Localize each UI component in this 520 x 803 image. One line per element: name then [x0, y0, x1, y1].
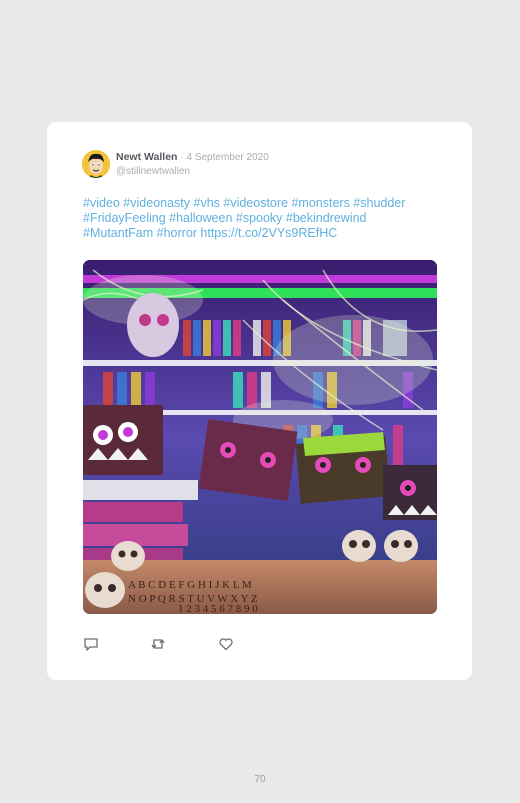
author-name[interactable]: Newt Wallen: [116, 151, 177, 163]
tweet-date[interactable]: · 4 September 2020: [180, 152, 268, 163]
avatar[interactable]: [82, 150, 110, 178]
tweet-text-line[interactable]: #FridayFeeling #halloween #spooky #bekin…: [83, 211, 438, 226]
page-number: 70: [254, 774, 266, 785]
retweet-icon[interactable]: [150, 636, 166, 652]
author-handle[interactable]: @stillnewtwallen: [116, 165, 190, 178]
reply-icon[interactable]: [83, 636, 99, 652]
tweet-photo[interactable]: A B C D E F G H I J K L M N O P Q R S T …: [83, 260, 437, 614]
tweet-card: Newt Wallen · 4 September 2020 @stillnew…: [47, 122, 472, 680]
svg-text:A B C D E F G H I J K L M: A B C D E F G H I J K L M: [128, 579, 252, 591]
tweet-author: Newt Wallen · 4 September 2020: [116, 151, 269, 164]
tweet-text-line[interactable]: #video #videonasty #vhs #videostore #mon…: [83, 196, 438, 211]
heart-icon[interactable]: [218, 636, 234, 652]
tweet-text-line[interactable]: #MutantFam #horror https://t.co/2VYs9REf…: [83, 226, 438, 241]
svg-text:1 2 3 4 5 6 7 8 9 0: 1 2 3 4 5 6 7 8 9 0: [178, 603, 258, 614]
tweet-text: #video #videonasty #vhs #videostore #mon…: [83, 196, 438, 241]
tweet-actions: [83, 636, 283, 652]
